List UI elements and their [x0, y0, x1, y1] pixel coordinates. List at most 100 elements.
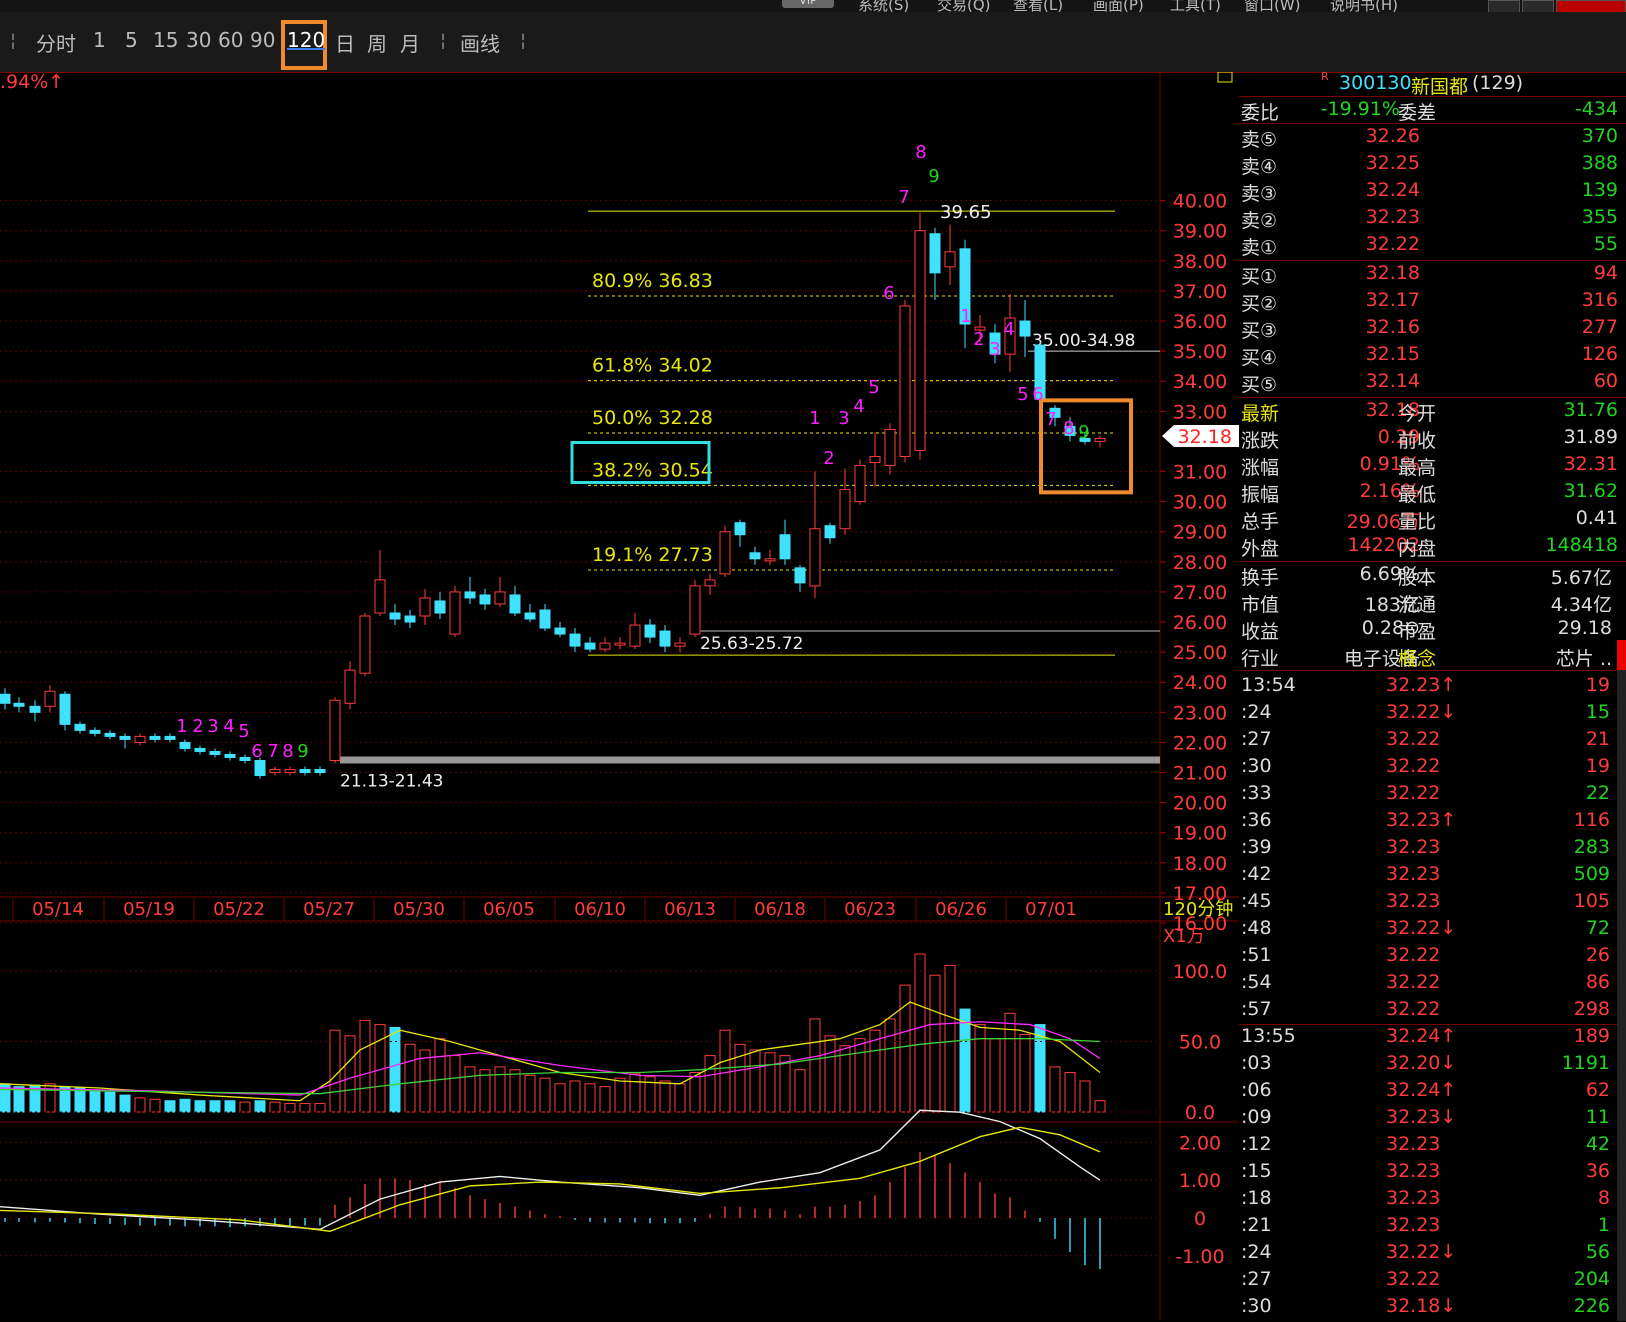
- tick-price: 32.22: [1386, 971, 1441, 993]
- quote-row: 收益 0.28⊙ 市盈 29.18: [1239, 617, 1626, 644]
- tick-scrollbar[interactable]: [1617, 640, 1626, 1321]
- candle-body: [284, 769, 296, 774]
- candle-body: [629, 624, 641, 647]
- volume-bar: [89, 1090, 101, 1113]
- tick-volume: 19: [1585, 755, 1610, 777]
- volume-bar: [119, 1094, 131, 1113]
- volume-bar: [104, 1091, 116, 1113]
- candle-body: [824, 525, 836, 539]
- tick-row: 13:54 32.23↑ 19: [1239, 674, 1626, 701]
- candle-body: [599, 642, 611, 650]
- volume-bar: [149, 1098, 161, 1113]
- info-label: 收益: [1241, 621, 1280, 643]
- candle-body: [689, 585, 701, 635]
- date-axis-label: 06/23: [844, 899, 896, 920]
- volume-bar: [794, 1069, 806, 1113]
- quote-row: 最新 32.18 今开 31.76: [1239, 399, 1626, 426]
- draw-line-tool-button[interactable]: 画线: [460, 28, 500, 57]
- volume-bar: [704, 1055, 716, 1113]
- period-button-6[interactable]: 90: [250, 28, 275, 52]
- sequence-mark: 1: [960, 306, 971, 327]
- quote-label: 外盘: [1241, 538, 1280, 560]
- buy-level-label: 买④: [1241, 347, 1278, 369]
- menu-item[interactable]: 窗口(W): [1244, 0, 1301, 15]
- tick-time: :39: [1241, 836, 1272, 858]
- candle-body: [13, 702, 25, 707]
- tick-volume: 42: [1585, 1133, 1610, 1155]
- sequence-mark: 8: [915, 142, 926, 163]
- buy-volume: 94: [1593, 262, 1618, 284]
- date-axis-label: 06/18: [754, 899, 806, 920]
- tick-time: :36: [1241, 809, 1272, 831]
- tick-volume: 283: [1573, 836, 1610, 858]
- tick-time: :15: [1241, 1160, 1272, 1182]
- candle-body: [134, 735, 146, 743]
- candle-body: [1094, 437, 1106, 442]
- period-button-8[interactable]: 日: [335, 28, 355, 57]
- volume-bar: [1049, 1066, 1061, 1113]
- period-button-5[interactable]: 60: [218, 28, 243, 52]
- candle-body: [809, 528, 821, 587]
- volume-bar: [539, 1077, 551, 1113]
- tick-time: :57: [1241, 998, 1272, 1020]
- candle-body: [0, 693, 11, 704]
- quote-label: 总手: [1241, 511, 1280, 533]
- sell-price: 32.25: [1365, 152, 1420, 174]
- price-axis-label: 25.00: [1173, 642, 1227, 664]
- volume-bar: [299, 1103, 311, 1113]
- period-button-4[interactable]: 30: [186, 28, 211, 52]
- tick-volume: 11: [1585, 1106, 1610, 1128]
- period-button-7[interactable]: 120: [287, 28, 325, 52]
- quote-label: 最高: [1397, 457, 1436, 479]
- tick-volume: 116: [1573, 809, 1610, 831]
- vip-badge[interactable]: VIP: [782, 0, 834, 8]
- tick-row: :33 32.22 22: [1239, 782, 1626, 809]
- period-button-1[interactable]: 1: [93, 28, 106, 52]
- menu-item[interactable]: 说明书(H): [1330, 0, 1398, 15]
- sequence-mark: 1: [176, 716, 187, 737]
- divider: [1239, 561, 1626, 562]
- candle-body: [854, 465, 866, 503]
- candle-body: [149, 735, 161, 740]
- candle-body: [749, 552, 761, 560]
- menu-item[interactable]: 工具(T): [1170, 0, 1221, 15]
- tick-row: :27 32.22 21: [1239, 728, 1626, 755]
- kline-chart[interactable]: .94%↑40.0039.0038.0037.0036.0035.0034.00…: [0, 72, 1239, 1321]
- menu-item[interactable]: 系统(S): [858, 0, 909, 15]
- tick-volume: 86: [1585, 971, 1610, 993]
- period-button-0[interactable]: 分时: [36, 28, 76, 57]
- window-toggle-icon[interactable]: [1217, 72, 1233, 83]
- macd-axis-label: 1.00: [1179, 1170, 1221, 1192]
- volume-bar: [734, 1043, 746, 1113]
- quote-row: 委比 -19.91% 委差 -434: [1239, 98, 1626, 125]
- candle-body: [734, 522, 746, 536]
- volume-bar: [329, 1029, 341, 1113]
- tick-volume: 72: [1585, 917, 1610, 939]
- volume-bar: [764, 1052, 776, 1113]
- volume-bar: [13, 1086, 25, 1113]
- tick-price: 32.23: [1386, 1187, 1441, 1209]
- tick-row: :57 32.22 298: [1239, 998, 1626, 1025]
- menu-item[interactable]: 查看(L): [1013, 0, 1063, 15]
- period-button-3[interactable]: 15: [153, 28, 178, 52]
- buy-volume: 316: [1581, 289, 1618, 311]
- tick-price: 32.23: [1386, 836, 1441, 858]
- period-button-2[interactable]: 5: [125, 28, 138, 52]
- quote-row: R 300130 新国都 (129): [1239, 70, 1626, 99]
- quote-value: 31.76: [1563, 399, 1618, 421]
- period-button-10[interactable]: 月: [400, 28, 420, 57]
- volume-bar: [614, 1077, 626, 1113]
- tick-price: 32.22: [1386, 782, 1441, 804]
- sequence-mark: 4: [853, 396, 864, 417]
- info-label: 股本: [1397, 567, 1436, 589]
- menu-item[interactable]: 画面(P): [1093, 0, 1144, 15]
- period-button-9[interactable]: 周: [367, 28, 387, 57]
- volume-bar: [749, 1049, 761, 1113]
- tick-row: :30 32.22 19: [1239, 755, 1626, 782]
- tick-price: 32.23: [1386, 1160, 1441, 1182]
- quote-label: 涨跌: [1241, 430, 1280, 452]
- sequence-mark: 5: [868, 377, 879, 398]
- menu-item[interactable]: 交易(Q): [937, 0, 991, 15]
- quote-row: 卖① 32.22 55: [1239, 233, 1626, 260]
- price-axis-label: 31.00: [1173, 462, 1227, 484]
